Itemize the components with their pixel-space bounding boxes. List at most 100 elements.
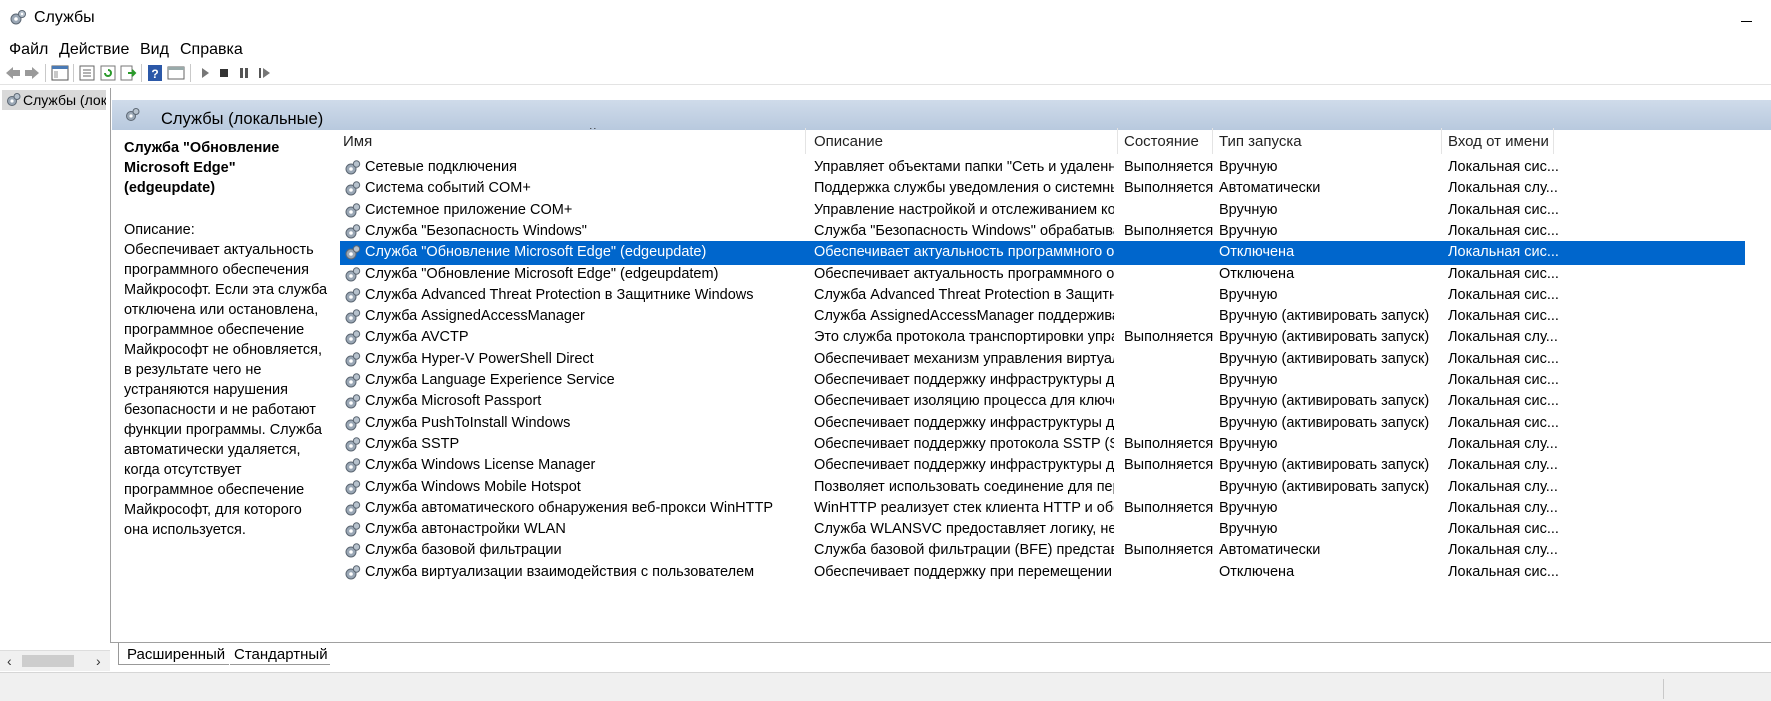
scroll-left-icon[interactable]: ‹ xyxy=(7,653,12,669)
column-header-status[interactable]: Состояние xyxy=(1118,128,1212,154)
status-cell: Выполняется xyxy=(1124,542,1214,559)
logon-as-cell: Локальная сис... xyxy=(1448,372,1559,388)
service-gear-icon xyxy=(345,351,361,367)
description-cell: Обеспечивает поддержку инфраструктуры дл… xyxy=(814,457,1114,474)
service-name-cell: Служба AssignedAccessManager xyxy=(365,308,585,325)
gears-icon xyxy=(7,93,21,106)
gears-icon xyxy=(126,108,140,121)
logon-as-cell: Локальная сис... xyxy=(1448,308,1559,325)
status-cell: Выполняется xyxy=(1124,180,1214,197)
tree-horizontal-scrollbar[interactable]: ‹ › xyxy=(0,650,110,671)
tree-item-label: Службы (лока xyxy=(23,92,106,108)
description-pane: Служба "Обновление Microsoft Edge" (edge… xyxy=(124,138,328,540)
startup-type-cell: Автоматически xyxy=(1219,542,1321,559)
service-gear-icon xyxy=(345,330,361,345)
table-row[interactable]: Служба виртуализации взаимодействия с по… xyxy=(340,561,1745,585)
menu-help[interactable]: Справка xyxy=(180,41,243,59)
column-header-description[interactable]: Описание xyxy=(808,128,1108,154)
menu-file[interactable]: Файл xyxy=(9,41,48,59)
startup-type-cell: Вручную xyxy=(1219,521,1278,538)
services-table: Имя ^ Описание Состояние Тип запуска Вхо… xyxy=(340,128,1771,642)
description-cell: Обеспечивает поддержку инфраструктуры дл… xyxy=(814,372,1114,388)
service-gear-icon xyxy=(345,479,361,494)
play-icon[interactable] xyxy=(196,64,214,82)
service-name-cell: Служба автонастройки WLAN xyxy=(365,521,566,538)
services-header: Службы (локальные) xyxy=(112,100,1771,130)
minimize-button[interactable] xyxy=(1733,4,1761,32)
tree-item-services-local[interactable]: Службы (лока xyxy=(2,90,106,110)
description-cell: Служба Advanced Threat Protection в Защи… xyxy=(814,286,1114,303)
startup-type-cell: Вручную (активировать запуск) xyxy=(1219,329,1430,346)
logon-as-cell: Локальная сис... xyxy=(1448,350,1559,367)
service-gear-icon xyxy=(345,224,361,239)
description-cell: Это служба протокола транспортировки упр… xyxy=(814,329,1114,346)
logon-as-cell: Локальная слу... xyxy=(1448,478,1558,495)
view-tabs: Расширенный Стандартный xyxy=(110,642,1771,667)
service-name-cell: Служба PushToInstall Windows xyxy=(365,414,571,431)
service-gear-icon xyxy=(345,501,361,516)
startup-type-cell: Вручную xyxy=(1219,159,1278,175)
title-bar: Службы xyxy=(0,0,1771,36)
service-name-cell: Служба базовой фильтрации xyxy=(365,542,562,559)
properties-icon[interactable] xyxy=(78,64,96,82)
pause-icon[interactable] xyxy=(235,64,253,82)
description-cell: Обеспечивает поддержку инфраструктуры дл… xyxy=(814,414,1114,431)
logon-as-cell: Локальная сис... xyxy=(1448,244,1559,261)
tab-standard[interactable]: Стандартный xyxy=(230,643,330,665)
logon-as-cell: Локальная сис... xyxy=(1448,563,1559,580)
service-gear-icon xyxy=(345,373,361,388)
back-arrow-icon[interactable] xyxy=(4,64,22,82)
startup-type-cell: Отключена xyxy=(1219,563,1295,580)
service-name-cell: Служба виртуализации взаимодействия с по… xyxy=(365,563,755,580)
service-gear-icon xyxy=(345,202,361,218)
startup-type-cell: Вручную xyxy=(1219,222,1278,239)
startup-type-cell: Вручную xyxy=(1219,435,1278,452)
service-gear-icon xyxy=(345,266,361,281)
toolbar: ? xyxy=(0,62,1771,85)
export-icon[interactable] xyxy=(119,64,137,82)
description-cell: Служба WLANSVC предоставляет логику, нео… xyxy=(814,521,1114,538)
show-hide-tree-icon[interactable] xyxy=(51,64,69,82)
help-icon[interactable]: ? xyxy=(146,64,164,82)
startup-type-cell: Вручную (активировать запуск) xyxy=(1219,393,1430,410)
menu-view[interactable]: Вид xyxy=(140,41,169,59)
service-name-cell: Служба Windows Mobile Hotspot xyxy=(365,478,581,495)
menu-action[interactable]: Действие xyxy=(59,41,129,59)
logon-as-cell: Локальная слу... xyxy=(1448,542,1558,559)
refresh-icon[interactable] xyxy=(99,64,117,82)
startup-type-cell: Отключена xyxy=(1219,265,1295,282)
description-cell: Служба "Безопасность Windows" обрабатыва… xyxy=(814,222,1114,239)
service-name-cell: Служба "Обновление Microsoft Edge" (edge… xyxy=(365,265,719,282)
description-cell: Обеспечивает поддержку протокола SSTP (S… xyxy=(814,435,1114,452)
startup-type-cell: Вручную xyxy=(1219,372,1278,388)
service-name-cell: Сетевые подключения xyxy=(365,159,517,175)
description-cell: Служба AssignedAccessManager поддерживае… xyxy=(814,308,1114,325)
scrollbar-thumb[interactable] xyxy=(22,655,74,667)
description-cell: Служба базовой фильтрации (BFE) представ… xyxy=(814,542,1114,559)
stop-icon[interactable] xyxy=(215,64,233,82)
description-cell: Обеспечивает актуальность программного о… xyxy=(814,244,1114,261)
column-header-logon-as[interactable]: Вход от имени xyxy=(1442,128,1562,154)
description-cell: Управляет объектами папки "Сеть и удален… xyxy=(814,159,1114,175)
status-bar xyxy=(0,672,1771,701)
tab-extended[interactable]: Расширенный xyxy=(118,643,229,665)
forward-arrow-icon[interactable] xyxy=(23,64,41,82)
service-name-cell: Служба Windows License Manager xyxy=(365,457,596,474)
startup-type-cell: Вручную (активировать запуск) xyxy=(1219,414,1430,431)
console-icon[interactable] xyxy=(167,64,185,82)
scroll-right-icon[interactable]: › xyxy=(96,653,101,669)
column-header-name[interactable]: Имя ^ xyxy=(340,128,800,154)
description-cell: Обеспечивает механизм управления виртуал… xyxy=(814,350,1114,367)
column-header-startup-type[interactable]: Тип запуска xyxy=(1213,128,1443,154)
logon-as-cell: Локальная сис... xyxy=(1448,159,1559,175)
startup-type-cell: Вручную (активировать запуск) xyxy=(1219,308,1430,325)
startup-type-cell: Вручную xyxy=(1219,499,1278,516)
status-cell: Выполняется xyxy=(1124,329,1214,346)
description-label: Описание: xyxy=(124,222,195,238)
service-name-cell: Служба SSTP xyxy=(365,435,460,452)
startup-type-cell: Вручную (активировать запуск) xyxy=(1219,478,1430,495)
status-cell: Выполняется xyxy=(1124,435,1214,452)
restart-icon[interactable] xyxy=(255,64,273,82)
logon-as-cell: Локальная слу... xyxy=(1448,435,1558,452)
service-gear-icon xyxy=(345,458,361,473)
